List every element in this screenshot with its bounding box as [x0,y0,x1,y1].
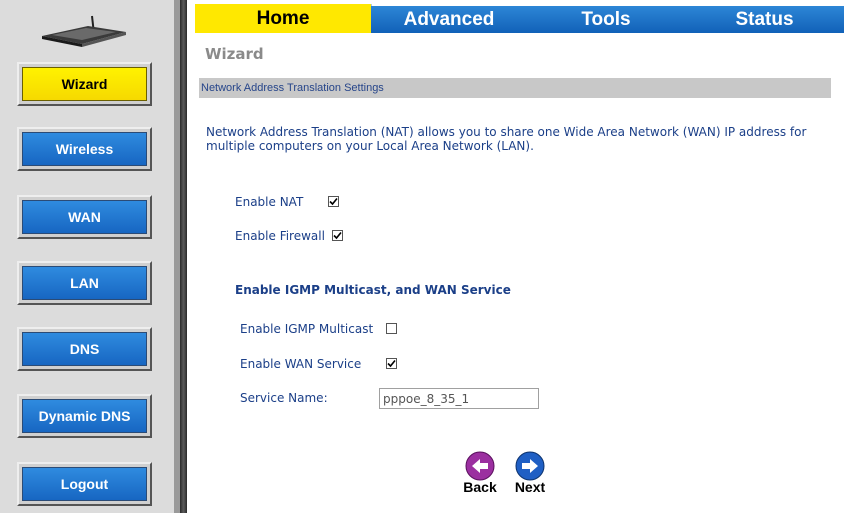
check-icon [387,359,396,368]
tab-label: Home [256,7,310,29]
router-icon [38,14,130,48]
check-icon [329,197,338,206]
tab-label: Status [735,8,794,30]
enable-firewall-label: Enable Firewall [235,229,325,243]
sidebar-item-dynamic-dns[interactable]: Dynamic DNS [17,394,152,438]
sidebar-item-label: DNS [22,332,147,366]
sidebar-item-label: Dynamic DNS [22,399,147,433]
back-button[interactable]: Back [460,451,500,497]
sidebar-item-lan[interactable]: LAN [17,261,152,305]
back-arrow-icon [465,451,495,481]
tab-label: Advanced [403,8,495,30]
next-label: Next [514,479,546,495]
sidebar-divider-dark [180,0,187,513]
enable-wan-service-label: Enable WAN Service [240,357,362,371]
igmp-wan-heading: Enable IGMP Multicast, and WAN Service [235,283,511,297]
sidebar-item-label: Logout [22,467,147,501]
tab-tools[interactable]: Tools [527,6,686,33]
enable-igmp-label: Enable IGMP Multicast [240,322,374,336]
sidebar-item-label: Wireless [22,132,147,166]
sidebar-item-wireless[interactable]: Wireless [17,127,152,171]
section-header: Network Address Translation Settings [199,78,831,98]
sidebar-item-logout[interactable]: Logout [17,462,152,506]
sidebar-item-label: Wizard [22,67,147,101]
check-icon [333,231,342,240]
sidebar-item-wizard[interactable]: Wizard [17,62,152,106]
enable-nat-checkbox[interactable] [328,196,339,207]
service-name-input[interactable] [379,388,539,409]
sidebar: Wizard Wireless WAN LAN DNS Dynamic DNS … [0,0,174,513]
enable-nat-label: Enable NAT [235,195,304,209]
page-title: Wizard [205,45,264,63]
enable-wan-service-checkbox[interactable] [386,358,397,369]
sidebar-item-label: WAN [22,200,147,234]
tab-label: Tools [581,8,631,30]
tab-home[interactable]: Home [195,4,372,33]
tab-status[interactable]: Status [685,6,844,33]
main-content: Wizard Network Address Translation Setti… [199,33,858,513]
service-name-label: Service Name: [240,391,328,405]
tab-advanced[interactable]: Advanced [371,6,528,33]
back-label: Back [463,479,497,495]
next-button[interactable]: Next [510,451,550,497]
sidebar-item-dns[interactable]: DNS [17,327,152,371]
next-arrow-icon [515,451,545,481]
sidebar-item-wan[interactable]: WAN [17,195,152,239]
enable-firewall-checkbox[interactable] [332,230,343,241]
nat-description: Network Address Translation (NAT) allows… [206,125,807,153]
sidebar-item-label: LAN [22,266,147,300]
enable-igmp-checkbox[interactable] [386,323,397,334]
